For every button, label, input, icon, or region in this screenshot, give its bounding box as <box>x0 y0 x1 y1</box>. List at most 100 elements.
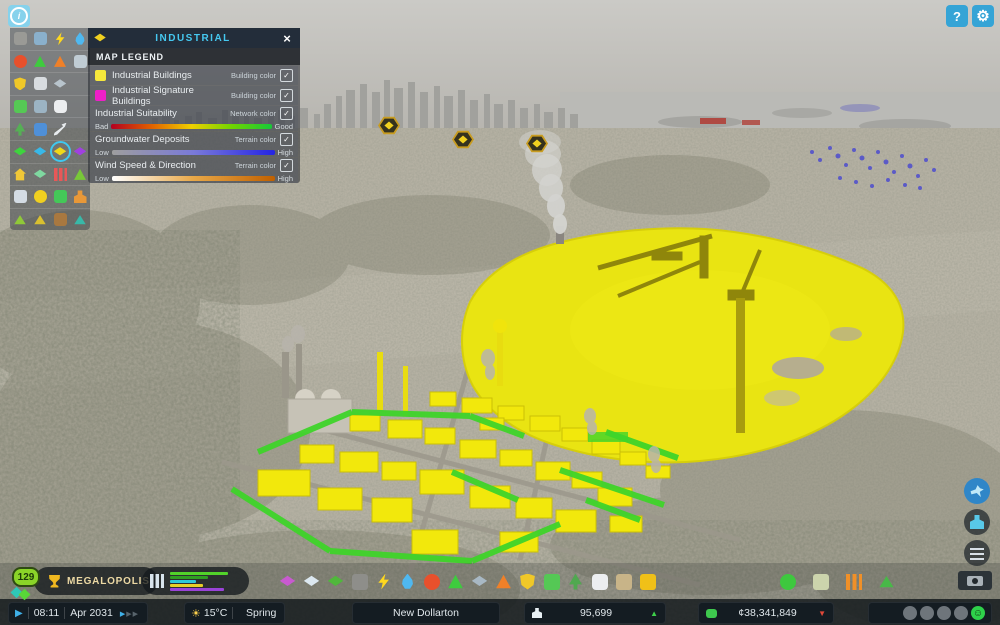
infoview-economy-chart[interactable] <box>51 165 70 184</box>
population-pill[interactable]: 95,699 ▲ <box>524 602 666 624</box>
tool-zoning[interactable] <box>278 572 297 591</box>
infoview-parks[interactable] <box>11 120 30 139</box>
sidebar-row <box>10 72 90 95</box>
play-button[interactable]: ▶ <box>15 608 23 619</box>
money-amount: ¢38,341,849 <box>717 607 818 619</box>
infoview-commercial-zones-icon <box>34 145 47 158</box>
population-trend-up-icon: ▲ <box>650 609 658 618</box>
speed-controls[interactable]: ▶▶▶ <box>119 607 138 619</box>
infoviews-toggle-button[interactable]: i <box>8 5 30 27</box>
close-icon[interactable]: × <box>280 31 294 46</box>
tool-roads[interactable] <box>350 572 369 591</box>
infoview-landmarks[interactable] <box>11 187 30 206</box>
notification-slot-3[interactable] <box>937 606 951 620</box>
infoview-telecom[interactable] <box>51 97 70 116</box>
milestone-pill[interactable]: MEGALOPOLIS <box>34 567 158 595</box>
infoview-residential-zones[interactable] <box>11 142 30 161</box>
infoview-housing[interactable] <box>11 165 30 184</box>
tool-fire-rescue[interactable] <box>494 572 513 591</box>
tool-communications[interactable] <box>590 572 609 591</box>
tool-transportation[interactable] <box>542 572 561 591</box>
infoview-terrain[interactable] <box>11 210 30 229</box>
infoview-routes[interactable] <box>51 120 70 139</box>
infoview-administration-icon <box>34 77 47 90</box>
xp-level-badge[interactable]: 129 <box>12 567 40 587</box>
camera-icon <box>967 576 983 586</box>
infoview-economy-chart-icon <box>54 168 67 181</box>
legend-checkbox[interactable]: ✓ <box>280 133 293 146</box>
tool-water-sewage[interactable] <box>398 572 417 591</box>
money-pill[interactable]: ¢38,341,849 ▼ <box>698 602 834 624</box>
industry-area-marker-3[interactable] <box>526 134 548 153</box>
infoview-schools-icon <box>34 123 47 136</box>
help-icon: ? <box>953 9 961 24</box>
infoview-post[interactable] <box>31 97 50 116</box>
tool-city-info[interactable] <box>877 572 896 591</box>
tool-education[interactable] <box>470 572 489 591</box>
infoview-resources[interactable] <box>31 210 50 229</box>
infoview-money[interactable] <box>51 187 70 206</box>
photo-mode-button[interactable] <box>958 571 992 590</box>
infoview-roads[interactable] <box>11 29 30 48</box>
infoview-transportation[interactable] <box>11 97 30 116</box>
legend-checkbox[interactable]: ✓ <box>280 107 293 120</box>
tool-areas-icon <box>304 574 320 590</box>
tool-progression[interactable] <box>778 572 797 591</box>
infoview-sidebar <box>10 28 90 230</box>
tool-landscaping[interactable] <box>614 572 633 591</box>
infoview-commercial-zones[interactable] <box>31 142 50 161</box>
help-button[interactable]: ? <box>946 5 968 27</box>
demand-bar-4 <box>170 584 203 587</box>
infoview-police[interactable] <box>11 74 30 93</box>
tool-police[interactable] <box>518 572 537 591</box>
infoview-administration[interactable] <box>31 74 50 93</box>
legend-panel: INDUSTRIAL × MAP LEGEND Industrial Build… <box>88 28 300 183</box>
tool-areas[interactable] <box>302 572 321 591</box>
time-controls: ▶ 08:11 Apr 2031 ▶▶▶ <box>8 602 148 624</box>
sidebar-row <box>10 185 90 208</box>
tool-map-tiles[interactable] <box>811 572 830 591</box>
city-name-pill[interactable]: New Dollarton <box>352 602 500 624</box>
tool-parks-recreation[interactable] <box>566 572 585 591</box>
tool-electricity[interactable] <box>374 572 393 591</box>
chirper-button[interactable] <box>964 478 990 504</box>
groundwater-gradient <box>112 150 275 155</box>
infoview-office-zones[interactable] <box>71 142 90 161</box>
happiness-indicator[interactable]: ☺ <box>971 606 985 620</box>
infoview-garbage[interactable] <box>31 52 50 71</box>
infoview-electricity[interactable] <box>51 29 70 48</box>
legend-checkbox[interactable]: ✓ <box>280 159 293 172</box>
citizen-info-button[interactable] <box>964 509 990 535</box>
infoview-healthcare[interactable] <box>11 52 30 71</box>
industry-area-marker-2[interactable] <box>452 130 474 149</box>
infoview-workers[interactable] <box>71 187 90 206</box>
tool-garbage[interactable] <box>446 572 465 591</box>
demand-bar-5 <box>170 588 224 591</box>
infoview-education[interactable] <box>51 74 70 93</box>
demand-pill[interactable] <box>142 567 249 595</box>
tool-healthcare[interactable] <box>422 572 441 591</box>
notification-slot-2[interactable] <box>920 606 934 620</box>
infoview-signature[interactable] <box>31 165 50 184</box>
notification-slot-1[interactable] <box>903 606 917 620</box>
legend-checkbox[interactable]: ✓ <box>280 69 293 82</box>
infoview-services[interactable] <box>31 29 50 48</box>
infoview-fire-icon <box>54 55 67 68</box>
tool-statistics[interactable] <box>844 572 863 591</box>
tool-specialized-industry[interactable] <box>326 572 345 591</box>
infoview-pollution[interactable] <box>71 165 90 184</box>
industry-area-marker-1[interactable] <box>378 116 400 135</box>
infoview-fire[interactable] <box>51 52 70 71</box>
infoview-maintenance[interactable] <box>71 52 90 71</box>
infoview-fishing[interactable] <box>71 210 90 229</box>
infoview-schools[interactable] <box>31 120 50 139</box>
infoview-happiness[interactable] <box>31 187 50 206</box>
settings-button[interactable]: ⚙ <box>972 5 994 27</box>
notification-slot-4[interactable] <box>954 606 968 620</box>
infoview-water[interactable] <box>71 29 90 48</box>
game-viewport[interactable]: i ? ⚙ INDUSTRIAL × MAP LEGEND Industrial… <box>0 0 1000 625</box>
legend-checkbox[interactable]: ✓ <box>280 89 293 102</box>
tool-bulldozer[interactable] <box>638 572 657 591</box>
infoview-forestry[interactable] <box>51 210 70 229</box>
infoview-industrial-zones[interactable] <box>51 142 70 161</box>
